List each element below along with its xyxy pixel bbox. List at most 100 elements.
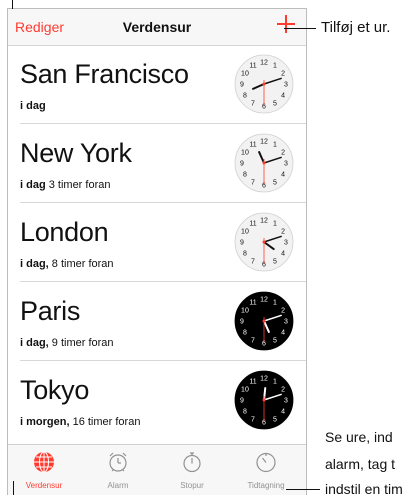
list-item[interactable]: San Francisco i dag 1 2 3 4 5 6 7 8 9 10 11 12 <box>20 45 306 124</box>
time-offset: i dag, 8 timer foran <box>20 258 114 270</box>
clock-numeral: 11 <box>249 379 256 386</box>
offset-label: 9 timer foran <box>48 337 114 349</box>
day-label: i dag, <box>20 337 49 349</box>
clock-numeral: 8 <box>243 93 247 100</box>
clock-numeral: 4 <box>281 251 285 258</box>
day-label: i dag, <box>20 258 49 270</box>
day-label: i morgen, <box>20 416 70 428</box>
time-offset: i dag 3 timer foran <box>20 179 110 191</box>
clock-numeral: 9 <box>240 240 244 247</box>
callout-tabs-line1: Se ure, ind <box>325 429 393 445</box>
callout-line-world-clock <box>13 481 14 495</box>
city-name: Paris <box>20 296 81 326</box>
add-clock-plus-icon[interactable] <box>277 15 295 33</box>
clock-numeral: 12 <box>260 139 268 146</box>
clock-numeral: 11 <box>249 221 256 228</box>
clock-numeral: 8 <box>243 172 247 179</box>
clock-numeral: 8 <box>243 251 247 258</box>
clock-center <box>262 398 266 402</box>
list-item[interactable]: New York i dag 3 timer foran 1 2 3 4 5 6 7 8 9 10… <box>20 124 306 203</box>
clock-numeral: 7 <box>251 338 255 345</box>
clock-numeral: 2 <box>281 387 285 394</box>
clock-list: San Francisco i dag 1 2 3 4 5 6 7 8 9 10 11 12 New … <box>8 45 306 439</box>
callout-line-add <box>284 28 316 29</box>
clock-center <box>262 319 266 323</box>
clock-numeral: 3 <box>284 398 288 405</box>
clock-numeral: 10 <box>241 71 249 78</box>
clock-numeral: 4 <box>281 172 285 179</box>
offset-label: 16 timer foran <box>69 416 141 428</box>
clock-numeral: 1 <box>273 379 277 386</box>
clock-numeral: 9 <box>240 398 244 405</box>
stopwatch-icon <box>183 452 201 473</box>
clock-numeral: 7 <box>251 417 255 424</box>
clock-numeral: 10 <box>241 387 249 394</box>
clock-numeral: 4 <box>281 93 285 100</box>
tab-world-clock[interactable]: Verdensur <box>8 445 80 495</box>
clock-numeral: 2 <box>281 308 285 315</box>
offset-label: 8 timer foran <box>48 258 114 270</box>
day-label: i dag <box>20 179 46 191</box>
tab-label: Verdensur <box>25 481 63 490</box>
clock-numeral: 5 <box>273 417 277 424</box>
clock-numeral: 3 <box>284 240 288 247</box>
clock-numeral: 11 <box>249 300 256 307</box>
city-name: San Francisco <box>20 59 189 89</box>
clock-numeral: 11 <box>249 63 256 70</box>
phone-screen: Rediger Verdensur San Francisco i dag 12… <box>7 8 307 495</box>
time-offset: i dag, 9 timer foran <box>20 337 114 349</box>
day-label: i dag <box>20 100 46 112</box>
clock-numeral: 9 <box>240 319 244 326</box>
clock-numeral: 5 <box>273 180 277 187</box>
analog-clock: 1234567891011 12 <box>234 370 294 430</box>
clock-numeral: 10 <box>241 229 249 236</box>
clock-numeral: 12 <box>260 297 268 304</box>
tab-stopwatch[interactable]: Stopur <box>156 445 228 495</box>
clock-numeral: 1 <box>273 300 277 307</box>
callout-line-edit <box>12 0 13 9</box>
list-item[interactable]: Paris i dag, 9 timer foran 1 2 3 4 5 6 7 8 9 10 11… <box>20 282 306 361</box>
list-item[interactable]: London i dag, 8 timer foran 1 2 3 4 5 6 7 8 9 10 1… <box>20 203 306 282</box>
clock-numeral: 5 <box>273 101 277 108</box>
clock-numeral: 2 <box>281 150 285 157</box>
clock-numeral: 4 <box>281 330 285 337</box>
clock-numeral: 9 <box>240 161 244 168</box>
clock-numeral: 8 <box>243 409 247 416</box>
clock-numeral: 1 <box>273 63 277 70</box>
time-offset: i morgen, 16 timer foran <box>20 416 140 428</box>
clock-numeral: 2 <box>281 229 285 236</box>
clock-numeral: 5 <box>273 259 277 266</box>
clock-numeral: 1 <box>273 142 277 149</box>
callout-tabs-line2: alarm, tag t <box>325 456 396 472</box>
callout-add: Tilføj et ur. <box>321 19 391 36</box>
navigation-bar: Rediger Verdensur <box>8 9 306 46</box>
analog-clock: 1234567891011 12 <box>234 133 294 193</box>
city-name: Tokyo <box>20 375 90 405</box>
clock-numeral: 11 <box>249 142 256 149</box>
tab-timer[interactable]: Tidtagning <box>230 445 302 495</box>
clock-numeral: 10 <box>241 150 249 157</box>
clock-numeral: 7 <box>251 101 255 108</box>
clock-numeral: 7 <box>251 259 255 266</box>
clock-numeral: 12 <box>260 376 268 383</box>
analog-clock: 1234567891011 12 <box>234 54 294 114</box>
clock-center <box>262 82 266 86</box>
timer-icon <box>256 452 276 473</box>
clock-numeral: 9 <box>240 82 244 89</box>
list-item[interactable]: Tokyo i morgen, 16 timer foran 123456789… <box>20 361 306 439</box>
clock-numeral: 8 <box>243 330 247 337</box>
tab-label: Alarm <box>107 481 129 490</box>
time-offset: i dag <box>20 100 46 112</box>
clock-numeral: 2 <box>281 71 285 78</box>
tab-alarm[interactable]: Alarm <box>82 445 154 495</box>
clock-numeral: 3 <box>284 319 288 326</box>
offset-label: 3 timer foran <box>45 179 111 191</box>
tab-label: Stopur <box>180 481 204 490</box>
globe-icon <box>34 451 54 473</box>
analog-clock: 1234567891011 12 <box>234 212 294 272</box>
alarm-clock-icon <box>109 452 127 472</box>
page-title: Verdensur <box>122 19 192 35</box>
clock-numeral: 1 <box>273 221 277 228</box>
city-name: London <box>20 217 109 247</box>
clock-numeral: 12 <box>260 60 268 67</box>
